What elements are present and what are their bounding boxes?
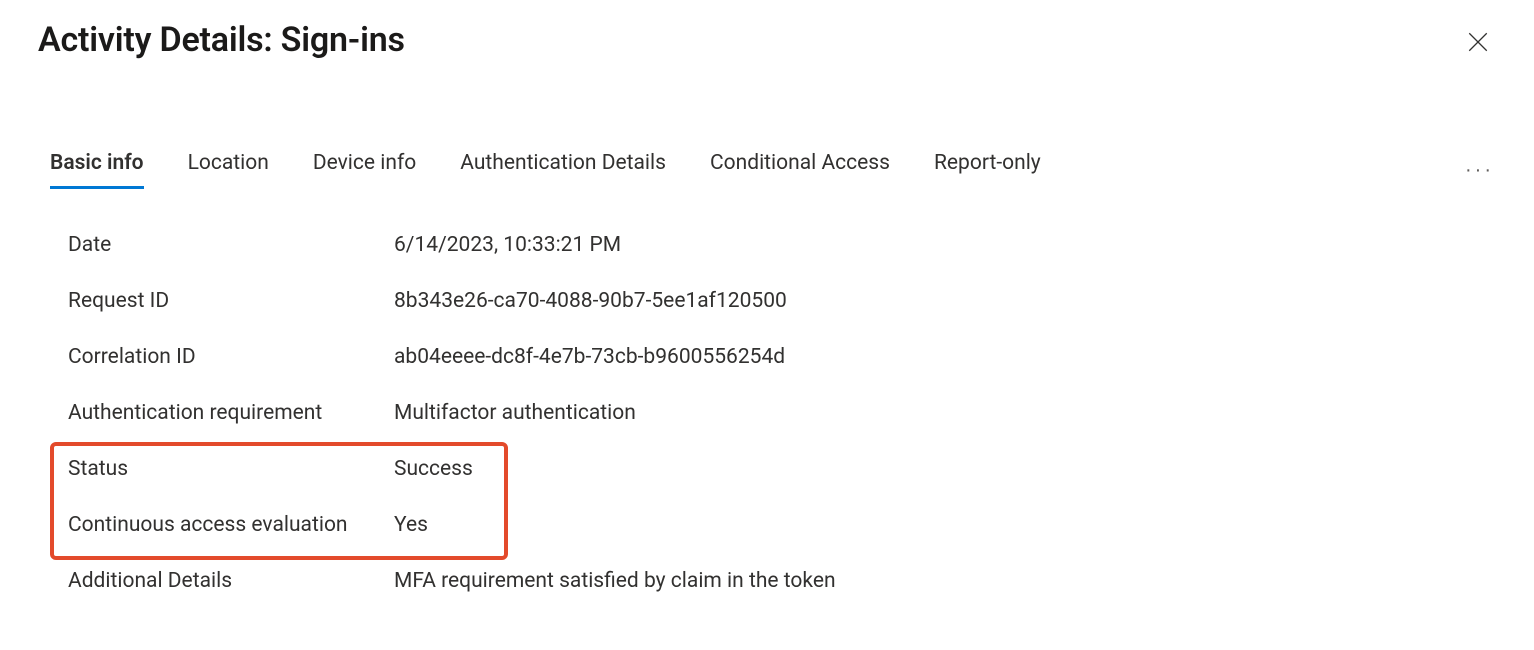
value-date: 6/14/2023, 10:33:21 PM bbox=[394, 233, 621, 257]
tabs: Basic info Location Device info Authenti… bbox=[50, 151, 1413, 189]
activity-details-panel: Activity Details: Sign-ins Basic info Lo… bbox=[0, 0, 1534, 609]
label-correlation-id: Correlation ID bbox=[68, 345, 394, 369]
label-auth-requirement: Authentication requirement bbox=[68, 401, 394, 425]
close-button[interactable] bbox=[1460, 24, 1496, 63]
tab-device-info[interactable]: Device info bbox=[313, 151, 416, 189]
header-row: Activity Details: Sign-ins bbox=[38, 20, 1496, 63]
ellipsis-icon: ··· bbox=[1465, 159, 1494, 181]
row-auth-requirement: Authentication requirement Multifactor a… bbox=[68, 385, 1496, 441]
tab-location[interactable]: Location bbox=[188, 151, 269, 189]
tab-basic-info[interactable]: Basic info bbox=[50, 151, 144, 189]
value-correlation-id: ab04eeee-dc8f-4e7b-73cb-b9600556254d bbox=[394, 345, 785, 369]
details-section: Date 6/14/2023, 10:33:21 PM Request ID 8… bbox=[38, 217, 1496, 609]
label-status: Status bbox=[68, 457, 394, 481]
value-status: Success bbox=[394, 457, 473, 481]
more-tabs-button[interactable]: ··· bbox=[1457, 155, 1502, 186]
row-continuous-access-evaluation: Continuous access evaluation Yes bbox=[68, 497, 1496, 553]
row-correlation-id: Correlation ID ab04eeee-dc8f-4e7b-73cb-b… bbox=[68, 329, 1496, 385]
label-date: Date bbox=[68, 233, 394, 257]
tab-conditional-access[interactable]: Conditional Access bbox=[710, 151, 890, 189]
tab-authentication-details[interactable]: Authentication Details bbox=[460, 151, 666, 189]
value-auth-requirement: Multifactor authentication bbox=[394, 401, 636, 425]
tab-report-only[interactable]: Report-only bbox=[934, 151, 1041, 189]
value-cae: Yes bbox=[394, 513, 428, 537]
value-request-id: 8b343e26-ca70-4088-90b7-5ee1af120500 bbox=[394, 289, 787, 313]
tabs-row: Basic info Location Device info Authenti… bbox=[38, 151, 1496, 189]
label-cae: Continuous access evaluation bbox=[68, 513, 394, 537]
row-date: Date 6/14/2023, 10:33:21 PM bbox=[68, 217, 1496, 273]
page-title: Activity Details: Sign-ins bbox=[38, 20, 405, 60]
row-request-id: Request ID 8b343e26-ca70-4088-90b7-5ee1a… bbox=[68, 273, 1496, 329]
row-status: Status Success bbox=[68, 441, 1496, 497]
label-request-id: Request ID bbox=[68, 289, 394, 313]
row-additional-details: Additional Details MFA requirement satis… bbox=[68, 553, 1496, 609]
label-additional: Additional Details bbox=[68, 569, 394, 593]
value-additional: MFA requirement satisfied by claim in th… bbox=[394, 569, 836, 593]
close-icon bbox=[1468, 32, 1488, 55]
